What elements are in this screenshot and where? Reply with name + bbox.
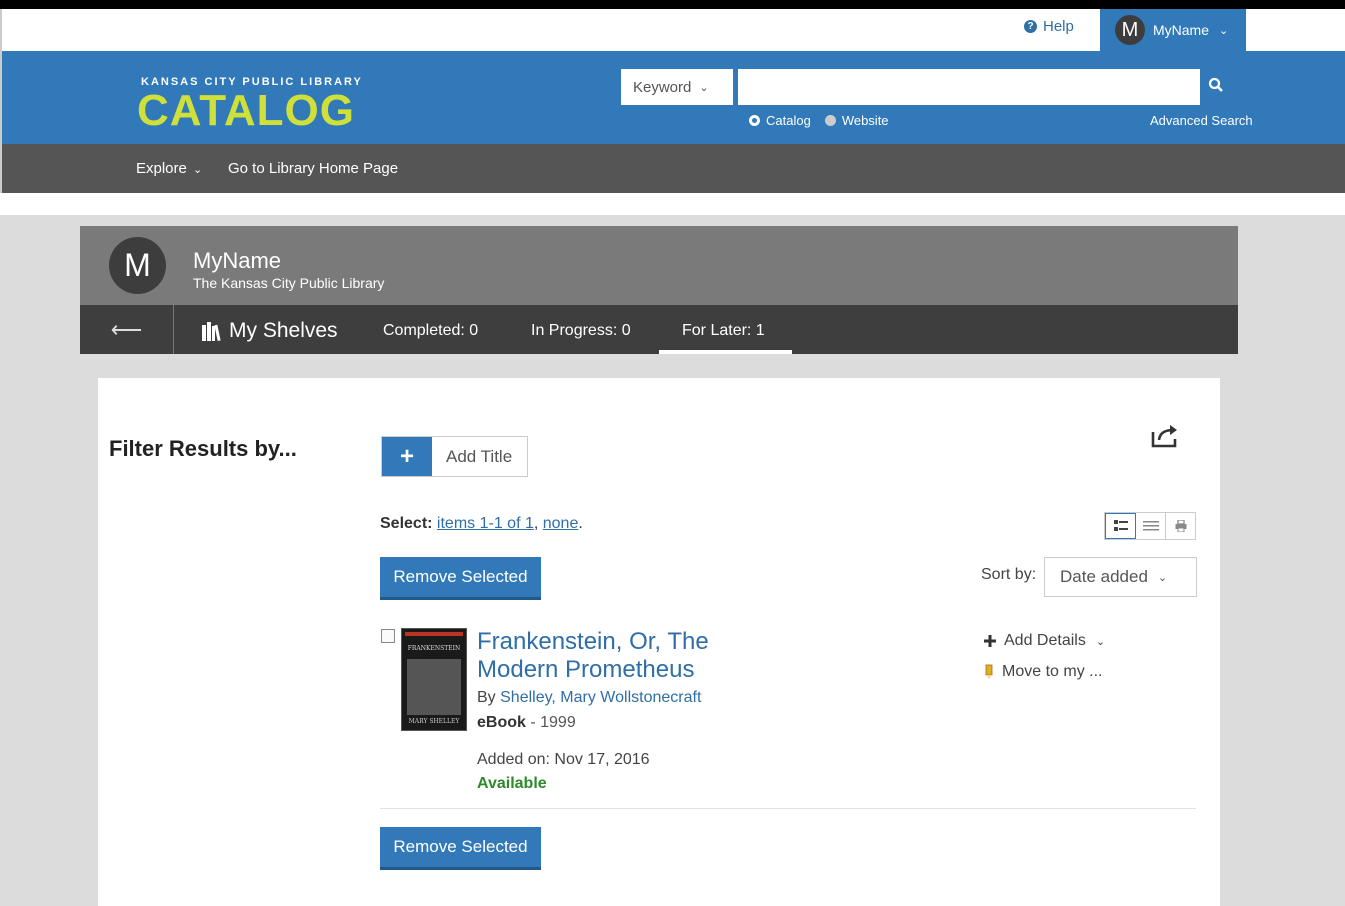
remove-selected-button-bottom[interactable]: Remove Selected (380, 827, 541, 870)
search-input[interactable] (738, 69, 1200, 105)
help-link[interactable]: ? Help (1024, 18, 1074, 35)
search-button[interactable] (1208, 77, 1236, 99)
cover-band (405, 632, 463, 636)
utility-bar: ? Help M MyName ⌄ (0, 9, 1345, 51)
filter-heading: Filter Results by... (109, 436, 297, 461)
by-label: By (477, 689, 496, 706)
site-header: KANSAS CITY PUBLIC LIBRARY CATALOG Keywo… (0, 51, 1345, 144)
top-edge (0, 0, 1345, 9)
header-spacer (0, 193, 1345, 215)
print-button[interactable] (1166, 513, 1195, 539)
added-date: Added on: Nov 17, 2016 (477, 751, 650, 768)
radio-catalog-label: Catalog (766, 113, 811, 128)
tab-in-progress[interactable]: In Progress: 0 (531, 322, 631, 340)
book-cover[interactable]: FRANKENSTEIN MARY SHELLEY (401, 628, 467, 731)
print-icon (1175, 520, 1186, 532)
chevron-down-icon: ⌄ (1157, 571, 1168, 584)
book-author: By Shelley, Mary Wollstonecraft (477, 689, 701, 707)
view-list-button[interactable] (1136, 513, 1166, 539)
sort-label: Sort by: (981, 566, 1037, 583)
plus-icon (984, 635, 996, 647)
advanced-search-link[interactable]: Advanced Search (1150, 113, 1253, 128)
select-none-link[interactable]: none (543, 515, 579, 532)
share-icon (1151, 425, 1177, 448)
profile-name[interactable]: MyName (193, 248, 281, 274)
search-scope: Catalog Website (749, 113, 889, 128)
back-button[interactable]: ⟵ (80, 305, 174, 354)
publication-year: 1999 (540, 714, 576, 731)
tab-for-later[interactable]: For Later: 1 (682, 322, 765, 340)
search-type-label: Keyword (633, 78, 692, 96)
select-label: Select: (380, 515, 433, 532)
my-shelves-label: My Shelves (229, 319, 338, 342)
shelf-tabs: ⟵ My Shelves Completed: 0 In Progress: 0… (80, 305, 1238, 354)
add-title-button[interactable]: + Add Title (381, 436, 528, 477)
move-to-shelf-button[interactable]: Move to my ... (984, 663, 1102, 681)
shelf-content: Filter Results by... + Add Title Select:… (98, 378, 1220, 906)
search-icon (1208, 77, 1223, 92)
arrow-left-icon: ⟵ (110, 316, 143, 342)
user-name: MyName (1153, 22, 1210, 38)
user-menu-button[interactable]: M MyName ⌄ (1100, 9, 1246, 51)
add-details-label: Add Details (1004, 632, 1086, 649)
list-icon (1142, 521, 1159, 531)
chevron-down-icon: ⌄ (1219, 24, 1229, 37)
author-link[interactable]: Shelley, Mary Wollstonecraft (500, 689, 701, 706)
cover-art (407, 659, 461, 715)
search-type-dropdown[interactable]: Keyword ⌄ (621, 69, 733, 105)
nav-home-link[interactable]: Go to Library Home Page (228, 160, 398, 177)
cover-title: FRANKENSTEIN (407, 645, 461, 652)
bookshelf-icon (202, 322, 221, 341)
select-all-link[interactable]: items 1-1 of 1 (437, 515, 534, 532)
radio-catalog[interactable] (749, 115, 760, 126)
availability-status: Available (477, 775, 547, 792)
cover-author: MARY SHELLEY (408, 718, 460, 725)
detailed-list-icon (1113, 520, 1128, 531)
view-detailed-button[interactable] (1105, 513, 1136, 539)
item-divider (380, 808, 1196, 809)
radio-website[interactable] (824, 115, 836, 126)
format-label: eBook (477, 714, 526, 731)
book-format: eBook - 1999 (477, 714, 576, 731)
share-button[interactable] (1150, 422, 1182, 450)
select-controls: Select: items 1-1 of 1, none. (380, 515, 583, 532)
logo[interactable]: CATALOG (137, 86, 355, 136)
sort-value: Date added (1060, 567, 1148, 586)
pencil-icon (985, 664, 993, 679)
view-toggle (1104, 512, 1196, 540)
add-title-label: Add Title (446, 446, 513, 466)
sort-dropdown[interactable]: Date added ⌄ (1044, 557, 1197, 597)
tab-completed[interactable]: Completed: 0 (383, 322, 478, 340)
main-nav: Explore ⌄ Go to Library Home Page (0, 144, 1345, 193)
profile-header: M MyName The Kansas City Public Library (80, 226, 1238, 305)
help-icon: ? (1024, 20, 1037, 33)
avatar[interactable]: M (109, 237, 166, 294)
chevron-down-icon: ⌄ (1095, 635, 1106, 648)
add-details-button[interactable]: Add Details ⌄ (984, 632, 1105, 650)
active-tab-indicator (659, 350, 792, 354)
avatar: M (1115, 15, 1145, 45)
remove-selected-button-top[interactable]: Remove Selected (380, 557, 541, 600)
chevron-down-icon: ⌄ (193, 164, 203, 176)
plus-icon: + (382, 437, 432, 476)
profile-library: The Kansas City Public Library (193, 275, 385, 291)
help-label: Help (1043, 18, 1074, 35)
move-to-label: Move to my ... (1002, 663, 1103, 680)
chevron-down-icon: ⌄ (699, 81, 709, 94)
book-title-link[interactable]: Frankenstein, Or, The Modern Prometheus (477, 628, 777, 684)
nav-explore[interactable]: Explore ⌄ (136, 160, 202, 177)
radio-website-label: Website (841, 113, 889, 128)
item-checkbox[interactable] (381, 629, 395, 643)
my-shelves-title: My Shelves (201, 319, 338, 343)
nav-explore-label: Explore (136, 160, 187, 177)
